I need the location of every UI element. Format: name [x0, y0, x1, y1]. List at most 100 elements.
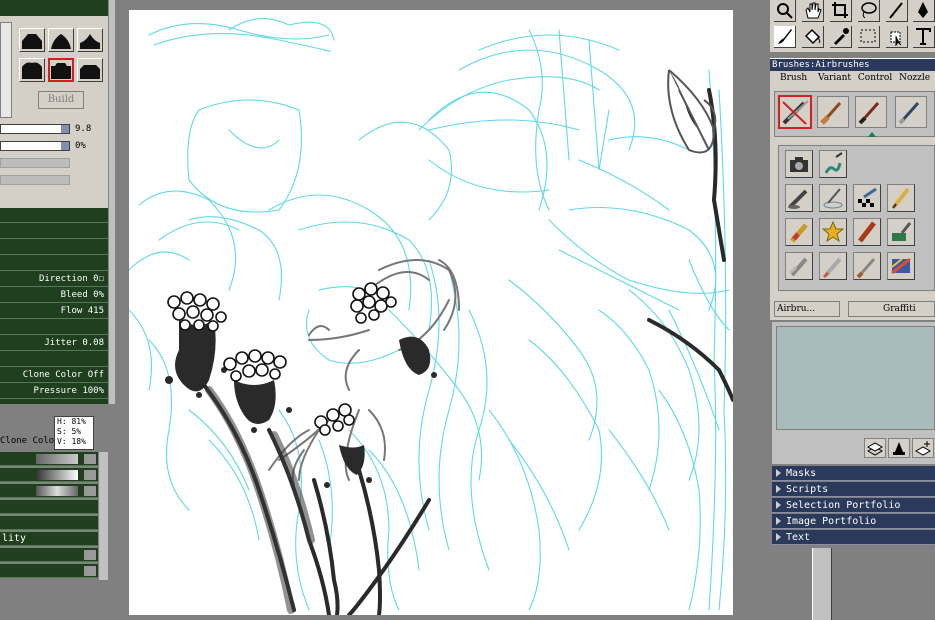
brush-panel-scrollbar[interactable]	[108, 0, 115, 404]
settings-row-8[interactable]	[0, 320, 108, 335]
rect-selection-tool[interactable]	[858, 26, 880, 48]
dab-profile-2-icon	[51, 34, 71, 49]
camera-icon	[790, 157, 808, 172]
lasso-tool[interactable]	[858, 0, 880, 22]
expand-triangle-icon	[776, 485, 781, 493]
camera-brush-button[interactable]	[785, 150, 813, 178]
dab-profile-4-button[interactable]	[19, 58, 45, 82]
paint-bucket-tool[interactable]	[802, 26, 824, 48]
water-brush-button[interactable]	[819, 184, 847, 212]
brush-variant-select[interactable]: Graffiti	[848, 301, 935, 317]
color-swatch-panel	[772, 322, 935, 464]
quality-row[interactable]: lity	[0, 532, 98, 546]
effects-brush-button[interactable]	[887, 252, 915, 280]
settings-row-3[interactable]	[0, 240, 108, 255]
paint-brush-category-button[interactable]	[855, 96, 887, 128]
gradient-row-5[interactable]	[0, 516, 98, 530]
settings-row-direction[interactable]: Direction 0☐	[0, 272, 108, 287]
felt-pen-button[interactable]	[819, 252, 847, 280]
dab-profile-2-button[interactable]	[48, 28, 74, 52]
airbrush-category-button[interactable]	[778, 95, 812, 129]
window-edge	[812, 548, 832, 620]
settings-row-jitter[interactable]: Jitter 0.08	[0, 336, 108, 351]
eraser-icon	[788, 257, 808, 277]
gradient-row-3[interactable]	[0, 484, 98, 498]
grabber-tool[interactable]	[802, 0, 824, 22]
gradient-panel-scrollbar[interactable]	[98, 452, 108, 580]
eraser-brush-button[interactable]	[785, 252, 813, 280]
crop-tool[interactable]	[830, 0, 852, 22]
artist-brush-button[interactable]	[853, 252, 881, 280]
pencil-brush-button[interactable]	[887, 184, 915, 212]
liquid-brush-button[interactable]	[819, 150, 847, 178]
pen-category-button[interactable]	[895, 96, 927, 128]
gradient-row-6[interactable]	[0, 548, 98, 562]
palette-scripts-label: Scripts	[786, 484, 829, 495]
palette-text[interactable]: Text	[772, 530, 935, 545]
settings-row-bleed[interactable]: Bleed 0%	[0, 288, 108, 303]
drawing-canvas[interactable]	[129, 10, 733, 615]
magnifier-tool[interactable]	[774, 0, 796, 22]
settings-row-pressure[interactable]: Pressure 100%	[0, 384, 108, 399]
dynamic-plugin-button[interactable]	[888, 438, 910, 458]
brush-icon	[889, 2, 903, 19]
pattern-brush-button[interactable]	[853, 184, 881, 212]
felt-pen-icon	[822, 257, 842, 279]
oil-brush-category-button[interactable]	[817, 96, 849, 128]
new-layer-button[interactable]	[912, 438, 934, 458]
saturation-value: S: 5%	[57, 427, 82, 436]
dab-profile-6-button[interactable]	[77, 58, 103, 82]
image-hose-button[interactable]	[819, 218, 847, 246]
magnifier-icon	[777, 3, 793, 19]
menu-variant[interactable]: Variant	[818, 73, 851, 83]
paint-bucket-icon	[804, 28, 821, 45]
settings-row-10[interactable]	[0, 352, 108, 367]
slider-3[interactable]	[0, 158, 70, 168]
hsv-readout: H: 81% S: 5% V: 18%	[54, 416, 94, 450]
text-tool[interactable]	[913, 26, 935, 48]
impasto-brush-button[interactable]	[887, 218, 915, 246]
settings-row-1[interactable]	[0, 208, 108, 223]
dropper-tool[interactable]	[830, 26, 852, 48]
settings-row-2[interactable]	[0, 224, 108, 239]
menu-control[interactable]: Control	[858, 73, 892, 83]
brush-tool-alt[interactable]	[886, 0, 908, 22]
build-button[interactable]: Build	[38, 91, 84, 109]
crayon-brush-button[interactable]	[785, 218, 813, 246]
palette-selection-portfolio[interactable]: Selection Portfolio	[772, 498, 935, 513]
hand-pointer-icon	[890, 31, 902, 47]
menu-nozzle[interactable]: Nozzle	[899, 73, 930, 83]
dab-profile-3-button[interactable]	[77, 28, 103, 52]
selection-adjuster-tool[interactable]	[886, 26, 908, 48]
slider-4[interactable]	[0, 175, 70, 185]
toolbox	[770, 0, 935, 52]
gradient-row-7[interactable]	[0, 564, 98, 578]
min-size-slider[interactable]	[0, 141, 70, 151]
palette-image-portfolio[interactable]: Image Portfolio	[772, 514, 935, 529]
pen-tool[interactable]	[913, 0, 935, 22]
gradient-row-2[interactable]	[0, 468, 98, 482]
category-scroll-arrow[interactable]	[868, 132, 876, 137]
plugin-icon	[893, 442, 905, 455]
settings-row-clone-color[interactable]: Clone Color Off	[0, 368, 108, 383]
impasto-icon	[892, 222, 912, 241]
airbrush-variant-1[interactable]	[785, 184, 813, 212]
gradient-row-4[interactable]	[0, 500, 98, 514]
dab-profile-5-button[interactable]	[48, 58, 74, 82]
palette-masks-label: Masks	[786, 468, 817, 479]
settings-row-flow[interactable]: Flow 415	[0, 304, 108, 319]
preview-box	[0, 22, 12, 118]
brush-tool[interactable]	[774, 26, 796, 48]
gradient-row-1[interactable]	[0, 452, 98, 466]
dab-profile-1-button[interactable]	[19, 28, 45, 52]
dab-profile-4-icon	[22, 62, 42, 79]
menu-brush[interactable]: Brush	[780, 73, 807, 83]
water-drop-icon	[823, 188, 843, 209]
palette-masks[interactable]: Masks	[772, 466, 935, 481]
palette-scripts[interactable]: Scripts	[772, 482, 935, 497]
size-slider[interactable]	[0, 124, 70, 134]
chalk-brush-button[interactable]	[853, 218, 881, 246]
brush-category-select[interactable]: Airbru...	[774, 301, 840, 317]
layers-button[interactable]	[864, 438, 886, 458]
settings-row-4[interactable]	[0, 256, 108, 271]
